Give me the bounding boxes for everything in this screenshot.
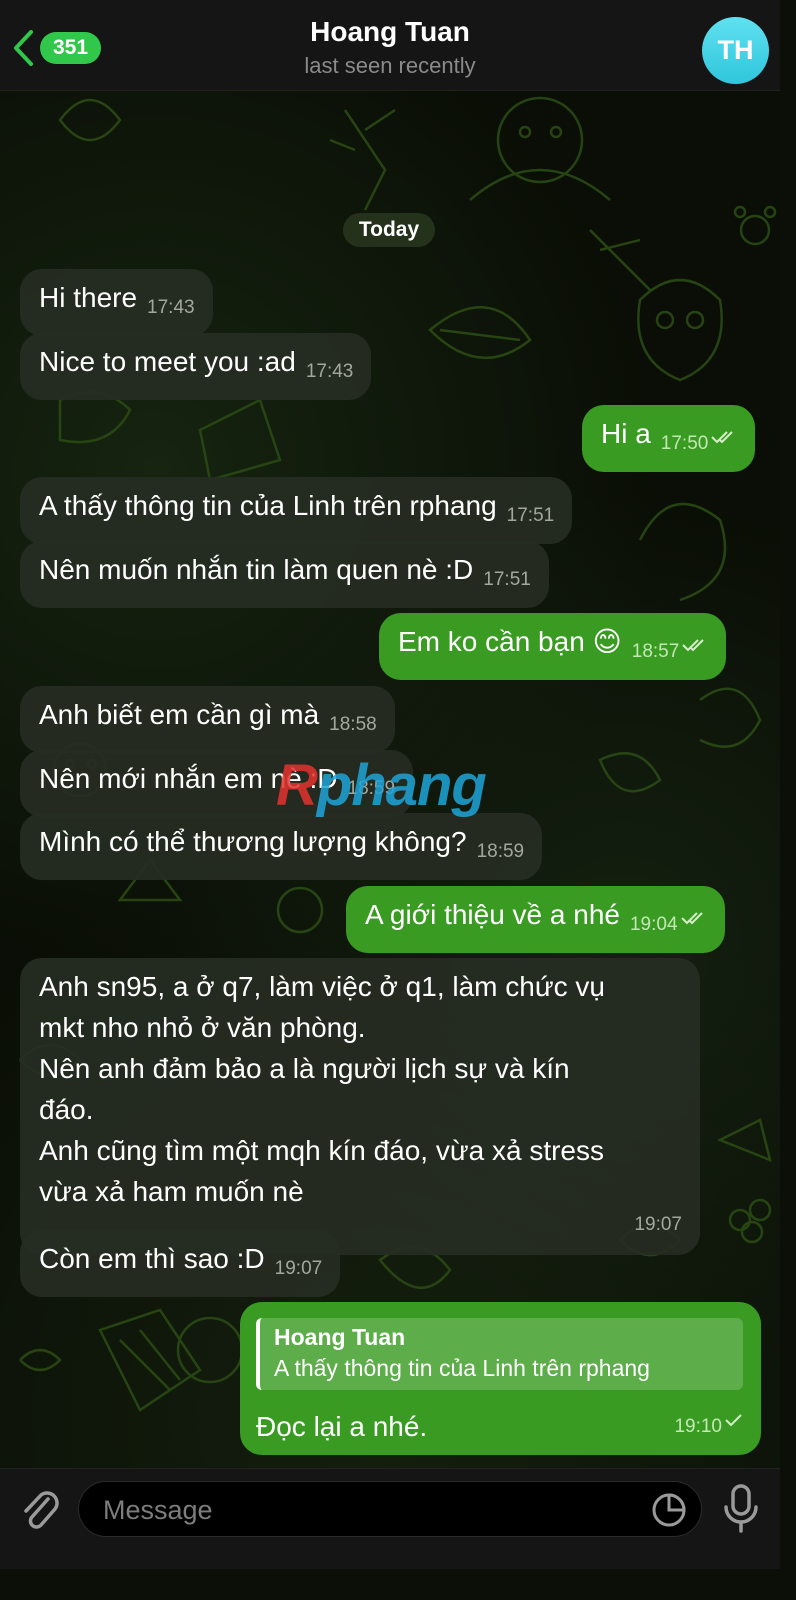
message-text: Mình có thể thương lượng không? [39,826,467,857]
message-text: Nice to meet you :ad [39,346,296,377]
double-check-icon [711,431,734,444]
message-time: 17:50 [660,433,709,454]
message-bubble-outgoing[interactable]: A giới thiệu về a nhé 19:04 [346,886,725,953]
message-bubble-incoming[interactable]: Hi there 17:43 [20,269,213,336]
message-bubble-incoming[interactable]: Nice to meet you :ad 17:43 [20,333,372,400]
watermark-r: R [276,753,318,818]
message-text: Em ko cần bạn 😊 [398,626,622,657]
message-bubble-incoming[interactable]: Anh biết em cần gì mà 18:58 [20,686,395,753]
double-check-icon [680,912,703,925]
microphone-icon[interactable] [720,1483,762,1533]
message-field[interactable] [78,1481,702,1537]
message-text: Hi there [39,282,138,313]
double-check-icon [682,639,705,652]
message-text: A giới thiệu về a nhé [365,899,620,930]
message-time: 19:04 [629,914,678,935]
message-line: Anh cũng tìm một mqh kín đáo, vừa xả str… [39,1135,604,1166]
message-input-bar [0,1468,780,1569]
reply-text: A thấy thông tin của Linh trên rphang [274,1355,650,1381]
message-bubble-outgoing[interactable]: Em ko cần bạn 😊 18:57 [379,613,727,680]
message-bubble-incoming[interactable]: Anh sn95, a ở q7, làm việc ở q1, làm chứ… [20,958,700,1255]
single-check-icon [725,1414,742,1427]
sticker-icon[interactable] [651,1492,687,1528]
message-bubble-incoming[interactable]: Mình có thể thương lượng không? 18:59 [20,813,543,880]
message-text: Anh biết em cần gì mà [39,699,320,730]
message-input[interactable] [101,1490,645,1530]
chat-title[interactable]: Hoang Tuan [0,16,780,48]
message-time: 18:58 [329,714,377,735]
message-text: Còn em thì sao :D [39,1243,265,1274]
last-seen-status: last seen recently [304,53,476,78]
date-separator: Today [343,213,435,247]
message-bubble-incoming[interactable]: A thấy thông tin của Linh trên rphang 17:… [20,477,573,544]
message-line: Anh sn95, a ở q7, làm việc ở q1, làm chứ… [39,971,605,1002]
message-bubble-outgoing[interactable]: Hi a 17:50 [582,405,756,472]
message-time: 17:43 [305,361,354,382]
message-line: mkt nho nhỏ ở văn phòng. [39,1012,366,1043]
reply-author: Hoang Tuan [274,1324,406,1350]
message-time: 19:10 [674,1416,722,1437]
message-line: đáo. [39,1094,94,1125]
message-bubble-outgoing-reply[interactable]: Hoang Tuan A thấy thông tin của Linh trê… [240,1302,761,1455]
message-bubble-incoming[interactable]: Nên muốn nhắn tin làm quen nè :D 17:51 [20,541,549,608]
message-time: 19:07 [274,1258,323,1279]
message-time: 17:51 [506,505,555,526]
message-time: 18:59 [476,841,525,862]
message-text: Đọc lại a nhé. [256,1411,428,1442]
message-time: 18:57 [631,641,680,662]
paperclip-icon[interactable] [18,1485,62,1533]
avatar[interactable]: TH [702,17,769,84]
watermark-logo: Rphang [276,752,487,819]
message-text: Hi a [601,418,651,449]
message-bubble-incoming[interactable]: Còn em thì sao :D 19:07 [20,1230,341,1297]
message-text: A thấy thông tin của Linh trên rphang [39,490,497,521]
message-line: Nên anh đảm bảo a là người lịch sự và kí… [39,1053,570,1084]
message-text: Nên muốn nhắn tin làm quen nè :D [39,554,474,585]
message-time: 17:51 [483,569,531,590]
message-time: 17:43 [147,297,195,318]
chat-header: 351 Hoang Tuan last seen recently TH [0,0,780,91]
reply-quote[interactable]: Hoang Tuan A thấy thông tin của Linh trê… [256,1318,743,1390]
watermark-text: phang [316,753,487,818]
